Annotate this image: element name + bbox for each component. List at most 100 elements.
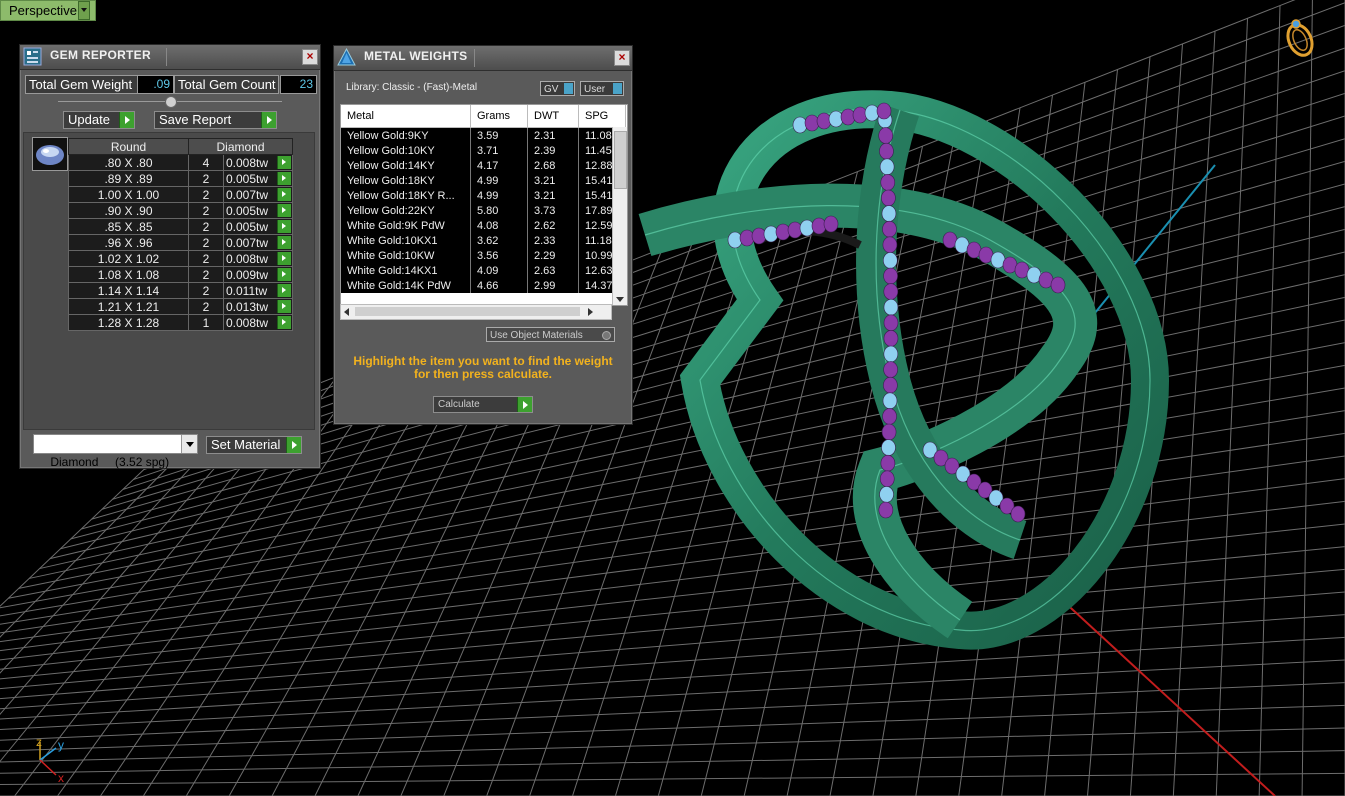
metal-grams-cell: 3.71 xyxy=(470,143,528,158)
grid-line xyxy=(1301,0,1313,796)
gem-stone xyxy=(881,189,896,207)
gem-table-row[interactable]: 1.21 X 1.21 2 0.013tw xyxy=(68,298,293,315)
round-gem-thumbnail[interactable] xyxy=(32,137,68,171)
metal-name-cell: White Gold:10KW xyxy=(341,248,471,263)
save-report-button[interactable]: Save Report xyxy=(154,111,277,129)
metal-table-row[interactable]: Yellow Gold:18KY 4.99 3.21 15.41 xyxy=(341,173,626,188)
set-material-button-label: Set Material xyxy=(211,437,281,452)
gem-table-row[interactable]: 1.00 X 1.00 2 0.007tw xyxy=(68,186,293,203)
metal-weights-titlebar[interactable]: METAL WEIGHTS × xyxy=(334,46,632,71)
metal-dwt-cell: 2.33 xyxy=(527,233,579,248)
gem-weight-value: 0.007tw xyxy=(226,235,269,250)
metal-name-cell: Yellow Gold:18KY R... xyxy=(341,188,471,203)
metal-table-row[interactable]: Yellow Gold:14KY 4.17 2.68 12.88 xyxy=(341,158,626,173)
gem-weight-cell: 0.008tw xyxy=(223,250,293,267)
metal-name-cell: Yellow Gold:22KY xyxy=(341,203,471,218)
axis-y-label: y xyxy=(58,738,64,752)
metal-grams-cell: 4.08 xyxy=(470,218,528,233)
grid-line xyxy=(0,523,1345,670)
metal-table-row[interactable]: Yellow Gold:18KY R... 4.99 3.21 15.41 xyxy=(341,188,626,203)
gem-size-cell: .89 X .89 xyxy=(68,170,189,187)
set-material-button[interactable]: Set Material xyxy=(206,436,302,454)
gem-table-row[interactable]: .90 X .90 2 0.005tw xyxy=(68,202,293,219)
metal-header-spg[interactable]: SPG xyxy=(578,105,626,128)
metal-grams-cell: 3.62 xyxy=(470,233,528,248)
metal-table-row[interactable]: White Gold:14K PdW 4.66 2.99 14.37 xyxy=(341,278,626,293)
gem-reporter-panel: GEM REPORTER × Total Gem Weight .09 Tota… xyxy=(19,44,321,469)
gem-table-row[interactable]: 1.02 X 1.02 2 0.008tw xyxy=(68,250,293,267)
metal-table-row[interactable]: Yellow Gold:22KY 5.80 3.73 17.89 xyxy=(341,203,626,218)
select-gem-go-icon[interactable] xyxy=(277,236,291,249)
select-gem-go-icon[interactable] xyxy=(277,268,291,281)
use-object-materials-toggle[interactable]: Use Object Materials xyxy=(486,327,615,342)
chevron-down-icon[interactable] xyxy=(181,435,197,453)
metal-grams-cell: 4.99 xyxy=(470,188,528,203)
metal-table-row[interactable]: White Gold:10KW 3.56 2.29 10.99 xyxy=(341,248,626,263)
grid-line xyxy=(0,659,1345,731)
gem-table-row[interactable]: 1.14 X 1.14 2 0.011tw xyxy=(68,282,293,299)
metal-table-row[interactable]: Yellow Gold:9KY 3.59 2.31 11.08 xyxy=(341,127,626,143)
select-gem-go-icon[interactable] xyxy=(277,172,291,185)
select-gem-go-icon[interactable] xyxy=(277,300,291,313)
gem-table-row[interactable]: 1.08 X 1.08 2 0.009tw xyxy=(68,266,293,283)
gem-stone xyxy=(879,142,894,160)
metal-table-horizontal-scrollbar[interactable] xyxy=(340,304,612,320)
gem-table-row[interactable]: .96 X .96 2 0.007tw xyxy=(68,234,293,251)
user-toggle[interactable]: User xyxy=(580,81,624,96)
axis-x-label: x xyxy=(58,771,64,785)
instruction-text: Highlight the item you want to find the … xyxy=(353,354,613,381)
material-select[interactable]: Diamond (3.52 spg) xyxy=(33,434,198,469)
scroll-down-icon[interactable] xyxy=(616,297,624,302)
gem-table-row[interactable]: .89 X .89 2 0.005tw xyxy=(68,170,293,187)
total-gem-weight-value: .09 xyxy=(137,75,174,94)
metal-header-metal[interactable]: Metal xyxy=(341,105,471,128)
gem-table-row[interactable]: .80 X .80 4 0.008tw xyxy=(68,154,293,171)
divider-handle-icon[interactable] xyxy=(165,96,177,108)
scroll-right-icon[interactable] xyxy=(588,308,593,316)
vertical-scroll-thumb[interactable] xyxy=(614,131,627,189)
select-gem-go-icon[interactable] xyxy=(277,204,291,217)
grid-line xyxy=(1258,5,1281,796)
select-gem-go-icon[interactable] xyxy=(277,188,291,201)
calculate-button[interactable]: Calculate xyxy=(433,396,533,413)
metal-weights-title: METAL WEIGHTS xyxy=(364,49,468,63)
gem-weight-cell: 0.007tw xyxy=(223,234,293,251)
horizontal-scroll-thumb[interactable] xyxy=(355,307,580,316)
gem-reporter-titlebar[interactable]: GEM REPORTER × xyxy=(20,45,320,70)
metal-table-row[interactable]: White Gold:10KX1 3.62 2.33 11.18 xyxy=(341,233,626,248)
select-gem-go-icon[interactable] xyxy=(277,220,291,233)
viewport-mode-dropdown-arrow[interactable] xyxy=(78,1,90,20)
metal-table-row[interactable]: Yellow Gold:10KY 3.71 2.39 11.45 xyxy=(341,143,626,158)
gem-reporter-close-icon[interactable]: × xyxy=(302,49,318,65)
select-gem-go-icon[interactable] xyxy=(277,316,291,329)
metal-dwt-cell: 3.73 xyxy=(527,203,579,218)
metal-table-row[interactable]: White Gold:9K PdW 4.08 2.62 12.59 xyxy=(341,218,626,233)
metal-table-container[interactable]: Metal Grams DWT SPG Yellow Gold:9KY 3.59 2… xyxy=(340,104,628,306)
gem-stone xyxy=(883,345,899,363)
scroll-left-icon[interactable] xyxy=(344,308,349,316)
gem-table-header-type: Diamond xyxy=(188,138,293,155)
gem-stone xyxy=(878,501,894,519)
gem-weight-value: 0.007tw xyxy=(226,187,269,202)
gem-stone xyxy=(879,470,895,488)
metal-weights-close-icon[interactable]: × xyxy=(614,50,630,66)
metal-header-grams[interactable]: Grams xyxy=(470,105,528,128)
gv-toggle[interactable]: GV xyxy=(540,81,575,96)
select-gem-go-icon[interactable] xyxy=(277,252,291,265)
metal-table-row[interactable]: White Gold:14KX1 4.09 2.63 12.63 xyxy=(341,263,626,278)
metal-table-vertical-scrollbar[interactable] xyxy=(612,127,627,305)
gem-weight-cell: 0.005tw xyxy=(223,202,293,219)
metal-header-dwt[interactable]: DWT xyxy=(527,105,579,128)
gem-size-cell: 1.02 X 1.02 xyxy=(68,250,189,267)
metal-dwt-cell: 3.21 xyxy=(527,173,579,188)
gem-table-row[interactable]: .85 X .85 2 0.005tw xyxy=(68,218,293,235)
gem-table-row[interactable]: 1.28 X 1.28 1 0.008tw xyxy=(68,314,293,331)
select-gem-go-icon[interactable] xyxy=(277,156,291,169)
gem-weight-cell: 0.008tw xyxy=(223,154,293,171)
gem-weight-value: 0.008tw xyxy=(226,155,269,170)
metal-weights-icon xyxy=(337,48,356,66)
metal-dwt-cell: 2.29 xyxy=(527,248,579,263)
select-gem-go-icon[interactable] xyxy=(277,284,291,297)
update-button[interactable]: Update xyxy=(63,111,135,129)
gem-weight-value: 0.008tw xyxy=(226,251,269,266)
